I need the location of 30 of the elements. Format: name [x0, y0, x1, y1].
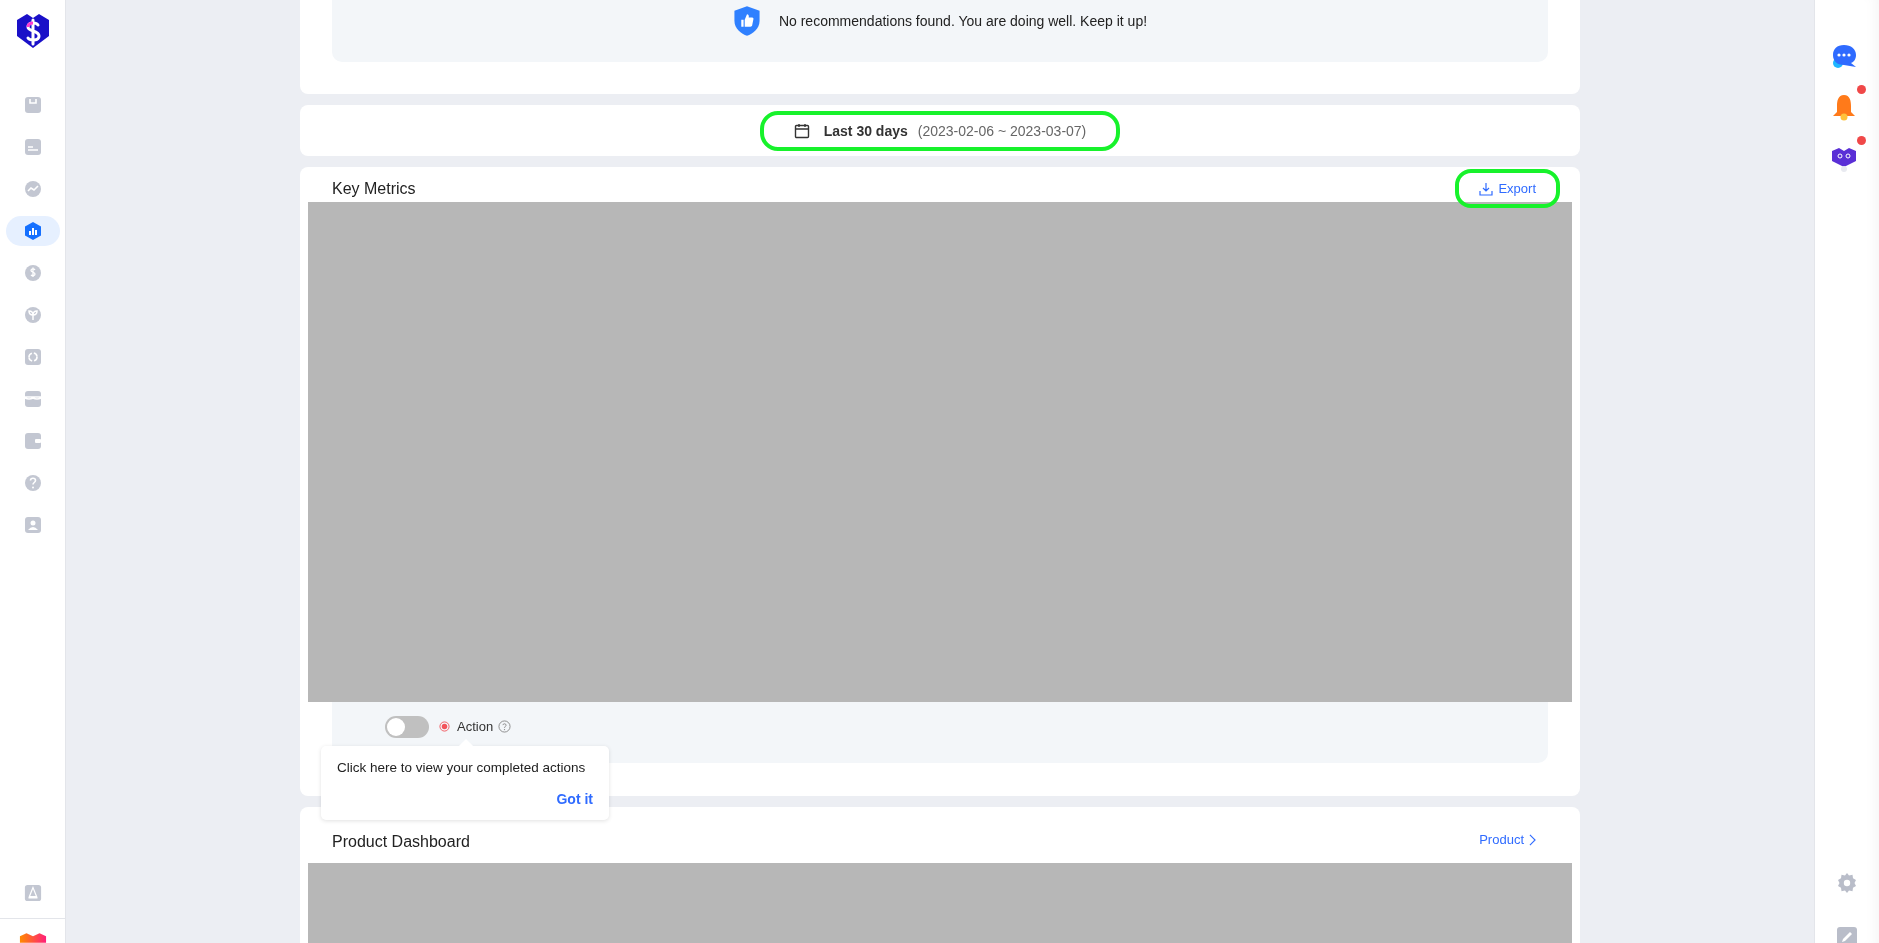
- recommendation-message: No recommendations found. You are doing well. Keep it up!: [778, 13, 1148, 29]
- action-toggle[interactable]: [385, 716, 429, 738]
- record-dot-icon: [439, 721, 450, 732]
- section-title: Product Dashboard: [332, 833, 470, 851]
- chevron-right-icon: [1529, 833, 1536, 846]
- store-icon: [22, 389, 43, 409]
- sprout-icon: [22, 305, 43, 325]
- dollar-pin-icon: [22, 263, 43, 283]
- settings-icon[interactable]: [1835, 871, 1859, 895]
- calendar-icon: [793, 122, 810, 139]
- help-icon[interactable]: [498, 720, 512, 733]
- bar-chart-icon: [22, 221, 43, 241]
- person-icon: [22, 515, 43, 535]
- got-it-button[interactable]: Got it: [556, 791, 593, 807]
- refresh-icon: [22, 347, 43, 367]
- date-range-button[interactable]: Last 30 days (2023-02-06 ~ 2023-03-07): [759, 110, 1121, 151]
- cone-icon[interactable]: [23, 884, 42, 902]
- bag-icon: [22, 95, 43, 115]
- product-link[interactable]: Product: [1455, 820, 1560, 851]
- edit-icon[interactable]: [1835, 925, 1859, 943]
- help-icon: [22, 473, 43, 493]
- tooltip-text: Click here to view your completed actions: [337, 760, 587, 775]
- logo-icon: [18, 933, 47, 943]
- document-icon: [22, 137, 43, 157]
- section-title: Key Metrics: [332, 179, 416, 198]
- thumbs-up-shield-icon: [732, 5, 761, 37]
- action-label: Action: [457, 719, 494, 734]
- download-icon: [1479, 181, 1494, 196]
- trend-icon: [22, 179, 43, 199]
- wallet-icon: [22, 431, 43, 451]
